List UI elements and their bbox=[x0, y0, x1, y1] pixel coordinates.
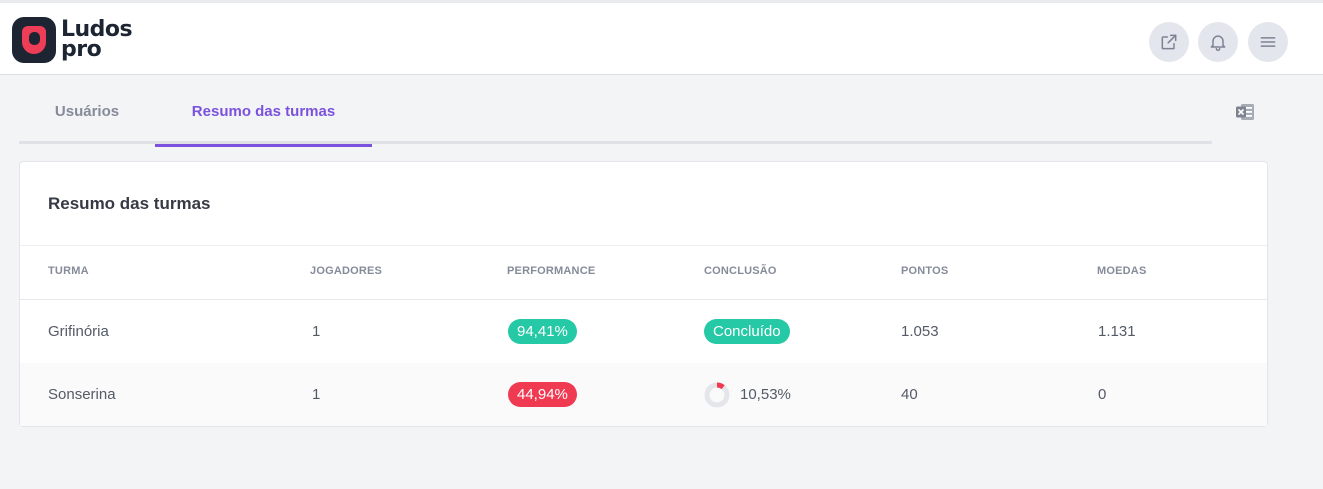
menu-button[interactable] bbox=[1248, 22, 1288, 62]
column-header-pontos: PONTOS bbox=[901, 265, 949, 277]
tab-resumo-das-turmas[interactable]: Resumo das turmas bbox=[155, 78, 372, 147]
column-header-conclusao: CONCLUSÃO bbox=[704, 265, 777, 277]
table-row[interactable]: Sonserina 1 44,94% 10,53% 40 0 bbox=[20, 363, 1267, 426]
class-summary-card: Resumo das turmas TURMA JOGADORES PERFOR… bbox=[19, 161, 1268, 427]
bell-icon bbox=[1210, 35, 1226, 52]
card-title: Resumo das turmas bbox=[48, 194, 211, 213]
column-header-performance: PERFORMANCE bbox=[507, 265, 596, 277]
notifications-button[interactable] bbox=[1198, 22, 1238, 62]
column-header-jogadores: JOGADORES bbox=[310, 265, 383, 277]
excel-export-icon[interactable] bbox=[1235, 103, 1255, 121]
cell-performance: 94,41% bbox=[508, 300, 577, 363]
top-bar: Ludos pro bbox=[0, 0, 1323, 75]
completion-percent: 10,53% bbox=[740, 386, 791, 403]
cell-performance: 44,94% bbox=[508, 363, 577, 426]
external-link-button[interactable] bbox=[1149, 22, 1189, 62]
column-header-turma: TURMA bbox=[48, 265, 89, 277]
cell-conclusao: Concluído bbox=[704, 300, 790, 363]
tab-bar: Usuários Resumo das turmas bbox=[19, 78, 1212, 147]
logo-icon bbox=[12, 17, 56, 63]
ludos-pro-logo[interactable]: Ludos pro bbox=[12, 15, 133, 65]
cell-moedas: 0 bbox=[1098, 386, 1107, 403]
cell-conclusao: 10,53% bbox=[704, 363, 791, 426]
cell-moedas: 1.131 bbox=[1098, 323, 1136, 340]
progress-ring-icon bbox=[704, 382, 730, 407]
column-header-moedas: MOEDAS bbox=[1097, 265, 1147, 277]
divider bbox=[20, 245, 1267, 246]
cell-turma: Sonserina bbox=[48, 386, 116, 403]
hamburger-menu-icon bbox=[1260, 37, 1276, 47]
completed-badge: Concluído bbox=[704, 319, 790, 344]
logo-text: Ludos pro bbox=[61, 17, 133, 62]
cell-turma: Grifinória bbox=[48, 323, 109, 340]
external-link-icon bbox=[1161, 34, 1177, 50]
cell-pontos: 40 bbox=[901, 386, 918, 403]
tab-usuarios[interactable]: Usuários bbox=[19, 78, 155, 144]
cell-jogadores: 1 bbox=[312, 323, 321, 340]
cell-jogadores: 1 bbox=[312, 386, 321, 403]
table-row[interactable]: Grifinória 1 94,41% Concluído 1.053 1.13… bbox=[20, 300, 1267, 363]
cell-pontos: 1.053 bbox=[901, 323, 939, 340]
performance-badge: 94,41% bbox=[508, 319, 577, 344]
performance-badge: 44,94% bbox=[508, 382, 577, 407]
